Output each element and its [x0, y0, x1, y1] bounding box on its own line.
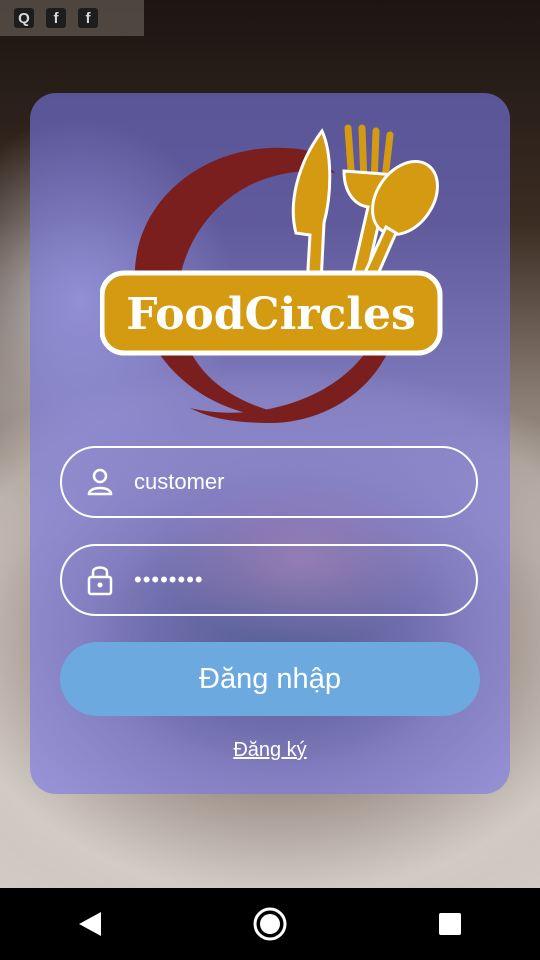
- facebook-icon: f: [78, 8, 98, 28]
- login-card: FoodCircles customer •••••••• Đăng nhập …: [30, 93, 510, 794]
- password-field[interactable]: ••••••••: [60, 544, 478, 616]
- back-icon[interactable]: [60, 894, 120, 954]
- facebook-icon: f: [46, 8, 66, 28]
- android-nav-bar: [0, 888, 540, 960]
- username-field[interactable]: customer: [60, 446, 478, 518]
- username-input[interactable]: customer: [134, 469, 434, 495]
- lock-icon: [82, 562, 118, 598]
- home-icon[interactable]: [240, 894, 300, 954]
- user-icon: [82, 464, 118, 500]
- status-bar: Q f f: [0, 0, 144, 36]
- login-button[interactable]: Đăng nhập: [60, 642, 480, 716]
- register-link[interactable]: Đăng ký: [30, 739, 510, 762]
- password-input[interactable]: ••••••••: [134, 567, 434, 593]
- recents-icon[interactable]: [420, 894, 480, 954]
- quora-icon: Q: [14, 8, 34, 28]
- foodcircles-logo: FoodCircles: [100, 124, 443, 423]
- logo-text: FoodCircles: [126, 289, 415, 340]
